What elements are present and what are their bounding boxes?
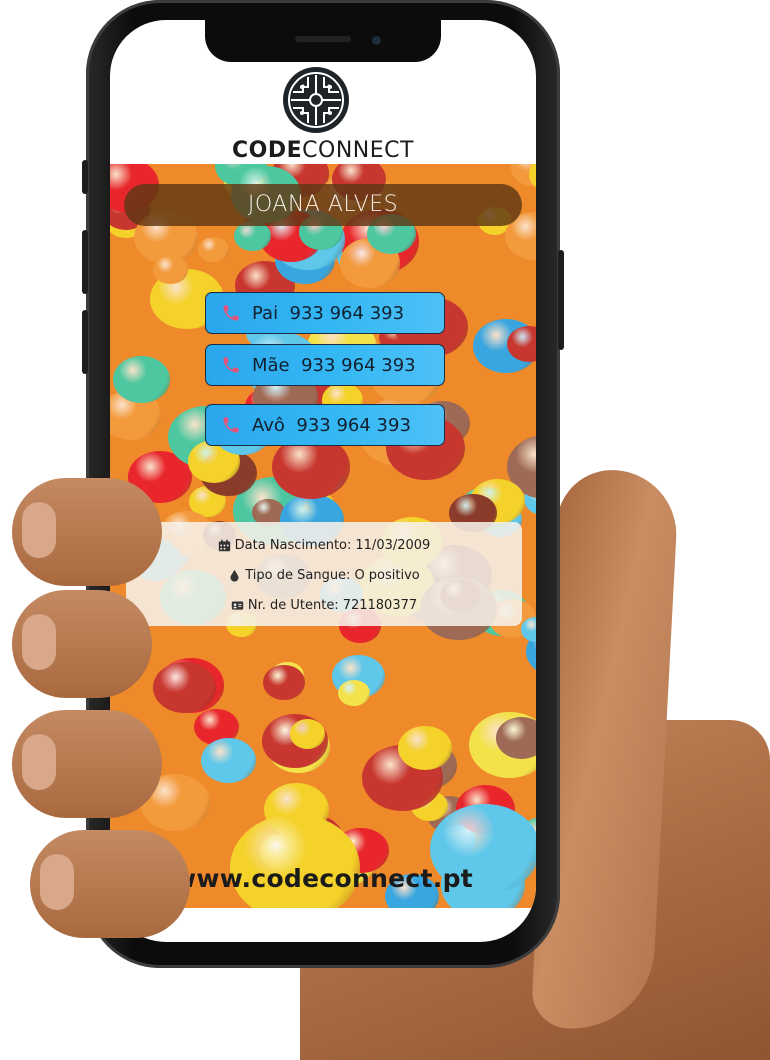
- contact-phone: 933 964 393: [289, 302, 405, 324]
- candy-shape: [289, 719, 326, 749]
- calendar-icon: [218, 539, 230, 552]
- candy-shape: [200, 737, 257, 784]
- finger-index: [12, 478, 162, 586]
- contact-phone: 933 964 393: [296, 414, 411, 436]
- contact-relation: Mãe: [252, 354, 290, 376]
- health-number-row: Nr. de Utente: 721180377: [126, 598, 522, 613]
- birth-label: Data Nascimento:: [234, 538, 352, 553]
- front-camera: [372, 36, 381, 45]
- finger-middle: [12, 590, 152, 698]
- volume-up-button: [82, 230, 88, 294]
- candy-shape: [495, 716, 536, 759]
- birth-value: 11/03/2009: [355, 538, 431, 553]
- phone-screen: CODECONNECT JOANA ALVES Pai 933 964 393 …: [110, 20, 536, 942]
- candy-shape: [263, 665, 305, 700]
- power-button: [558, 250, 564, 350]
- contact-relation: Avô: [252, 414, 285, 436]
- candy-shape: [529, 164, 536, 193]
- blood-label: Tipo de Sangue:: [245, 568, 351, 583]
- brand-wordmark: CODECONNECT: [232, 138, 414, 163]
- phone-icon: [223, 417, 239, 433]
- drop-icon: [230, 569, 239, 582]
- phone-icon: [223, 357, 239, 373]
- contact-phone: 933 964 393: [301, 354, 416, 376]
- candy-shape: [398, 726, 452, 770]
- health-label: Nr. de Utente:: [247, 598, 339, 613]
- candy-shape: [153, 255, 188, 285]
- health-value: 721180377: [342, 598, 418, 613]
- circuit-cross-logo-icon: [283, 67, 349, 133]
- candy-shape: [112, 356, 171, 404]
- profile-content: JOANA ALVES Pai 933 964 393 Mãe 933 964 …: [110, 164, 536, 908]
- contact-button-avo[interactable]: Avô 933 964 393: [205, 404, 445, 446]
- contact-button-pai[interactable]: Pai 933 964 393: [205, 292, 445, 334]
- candy-shape: [197, 236, 229, 262]
- volume-down-button: [82, 310, 88, 374]
- blood-type-row: Tipo de Sangue: O positivo: [126, 568, 522, 583]
- blood-value: O positivo: [354, 568, 420, 583]
- birth-date-row: Data Nascimento: 11/03/2009: [126, 538, 522, 553]
- speaker-grille: [295, 36, 351, 42]
- id-card-icon: [231, 601, 244, 610]
- silent-switch: [82, 160, 88, 194]
- candy-shape: [153, 662, 216, 714]
- finger-little: [30, 830, 190, 938]
- medical-info-card: Data Nascimento: 11/03/2009 Tipo de Sang…: [126, 522, 522, 626]
- contact-relation: Pai: [252, 302, 279, 324]
- phone-icon: [223, 305, 239, 321]
- candy-shape: [338, 680, 370, 707]
- contact-button-mae[interactable]: Mãe 933 964 393: [205, 344, 445, 386]
- profile-name: JOANA ALVES: [124, 184, 522, 226]
- finger-ring: [12, 710, 162, 818]
